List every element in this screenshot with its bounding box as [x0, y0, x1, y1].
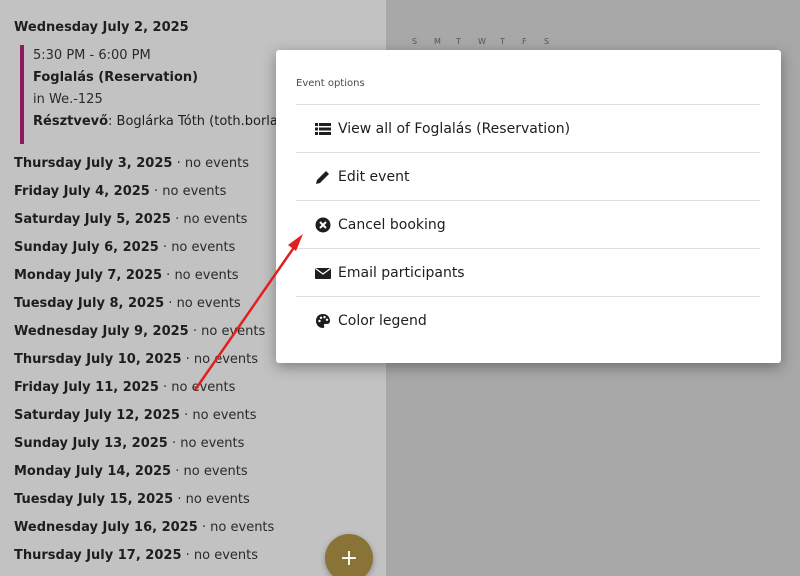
- day-status: · no events: [170, 212, 248, 227]
- day-status: · no events: [167, 436, 245, 451]
- day-status: · no events: [181, 548, 259, 563]
- agenda-day-row: Friday July 4, 2025 · no events: [14, 184, 226, 199]
- agenda-day-row: Wednesday July 16, 2025 · no events: [14, 520, 274, 535]
- day-status: · no events: [172, 156, 249, 171]
- agenda-day-row: Thursday July 3, 2025 · no events: [14, 156, 249, 171]
- event-options-dialog: Event options View all of Foglalás (Rese…: [276, 50, 781, 363]
- day-date: Saturday July 12, 2025: [14, 408, 180, 423]
- day-status: · no events: [162, 268, 239, 283]
- agenda-day-row: Saturday July 5, 2025 · no events: [14, 212, 247, 227]
- agenda-day-row: Monday July 14, 2025 · no events: [14, 464, 248, 479]
- day-status: · no events: [179, 408, 257, 423]
- agenda-day-row: Thursday July 17, 2025 · no events: [14, 548, 258, 563]
- envelope-icon: [315, 265, 331, 281]
- agenda-day-row: Sunday July 13, 2025 · no events: [14, 436, 244, 451]
- day-status: · no events: [158, 240, 236, 255]
- day-status: · no events: [164, 296, 241, 311]
- palette-icon: [315, 313, 331, 329]
- agenda-day-row: Saturday July 12, 2025 · no events: [14, 408, 257, 423]
- agenda-day-row: Friday July 11, 2025 · no events: [14, 380, 235, 395]
- weekday-label: S: [544, 37, 550, 46]
- day-heading: Wednesday July 2, 2025: [14, 20, 189, 35]
- cancel-circle-icon: [315, 217, 331, 233]
- edit-event-option[interactable]: Edit event: [296, 152, 760, 200]
- day-date: Wednesday July 9, 2025: [14, 324, 189, 339]
- weekday-label: S: [412, 37, 418, 46]
- email-participants-option[interactable]: Email participants: [296, 248, 760, 296]
- option-label: View all of Foglalás (Reservation): [338, 120, 571, 137]
- day-date: Sunday July 6, 2025: [14, 240, 159, 255]
- day-date: Tuesday July 15, 2025: [14, 492, 174, 507]
- day-date: Friday July 11, 2025: [14, 380, 159, 395]
- color-legend-option[interactable]: Color legend: [296, 296, 760, 344]
- pencil-icon: [315, 169, 331, 185]
- day-status: · no events: [149, 184, 227, 199]
- option-label: Edit event: [338, 168, 410, 185]
- day-date: Monday July 14, 2025: [14, 464, 172, 479]
- agenda-day-row: Sunday July 6, 2025 · no events: [14, 240, 235, 255]
- option-label: Cancel booking: [338, 216, 446, 233]
- agenda-day-row: Tuesday July 8, 2025 · no events: [14, 296, 241, 311]
- view-all-option[interactable]: View all of Foglalás (Reservation): [296, 104, 760, 152]
- list-icon: [315, 121, 331, 137]
- day-date: Wednesday July 16, 2025: [14, 520, 198, 535]
- day-status: · no events: [181, 352, 259, 367]
- day-date: Thursday July 10, 2025: [14, 352, 182, 367]
- option-label: Email participants: [338, 264, 465, 281]
- options-list: View all of Foglalás (Reservation) Edit …: [296, 104, 760, 344]
- day-status: · no events: [158, 380, 236, 395]
- option-label: Color legend: [338, 312, 427, 329]
- agenda-day-row: Monday July 7, 2025 · no events: [14, 268, 239, 283]
- cancel-booking-option[interactable]: Cancel booking: [296, 200, 760, 248]
- agenda-day-row: Thursday July 10, 2025 · no events: [14, 352, 258, 367]
- weekday-label: W: [478, 37, 486, 46]
- day-date: Sunday July 13, 2025: [14, 436, 168, 451]
- day-date: Monday July 7, 2025: [14, 268, 163, 283]
- participant-value: : Boglárka Tóth (toth.borla: [108, 114, 278, 129]
- day-date: Tuesday July 8, 2025: [14, 296, 165, 311]
- weekday-label: T: [500, 37, 505, 46]
- weekday-label: T: [456, 37, 461, 46]
- weekday-header: S M T W T F S: [412, 37, 566, 46]
- day-status: · no events: [171, 464, 248, 479]
- day-date: Thursday July 3, 2025: [14, 156, 173, 171]
- add-event-button[interactable]: +: [325, 534, 373, 576]
- dialog-title: Event options: [296, 78, 365, 89]
- weekday-label: M: [434, 37, 441, 46]
- day-status: · no events: [173, 492, 250, 507]
- day-date: Thursday July 17, 2025: [14, 548, 182, 563]
- agenda-day-row: Wednesday July 9, 2025 · no events: [14, 324, 265, 339]
- agenda-day-row: Tuesday July 15, 2025 · no events: [14, 492, 250, 507]
- day-status: · no events: [188, 324, 266, 339]
- day-date: Friday July 4, 2025: [14, 184, 150, 199]
- day-status: · no events: [197, 520, 275, 535]
- weekday-label: F: [522, 37, 527, 46]
- day-date: Saturday July 5, 2025: [14, 212, 171, 227]
- participant-label: Résztvevő: [33, 114, 109, 129]
